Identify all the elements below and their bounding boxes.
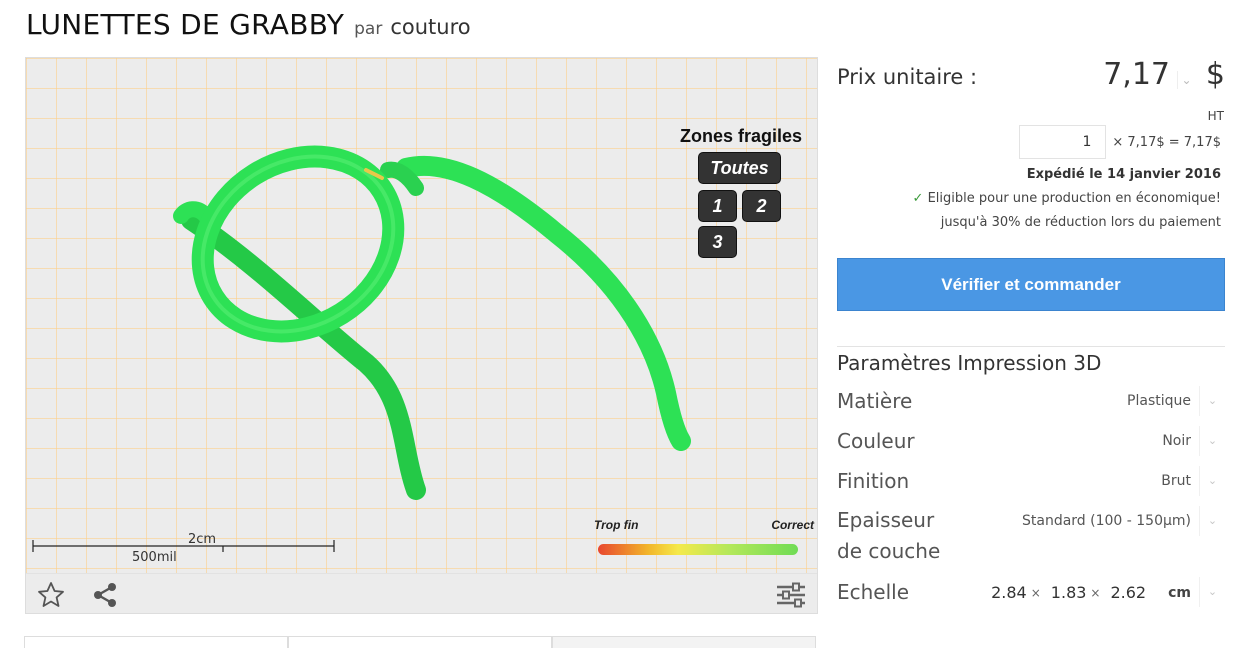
bottom-tabs <box>24 636 816 648</box>
price-formula: × 7,17$ = 7,17$ <box>1112 134 1221 150</box>
param-finish[interactable]: Finition Brut ⌄ <box>837 466 1225 496</box>
currency-symbol[interactable]: $ <box>1206 57 1225 92</box>
chevron-down-icon[interactable]: ⌄ <box>1199 386 1225 416</box>
thickness-low-label: Trop fin <box>594 518 639 532</box>
print-params-title: Paramètres Impression 3D <box>837 351 1102 375</box>
times-sign: × <box>1030 585 1041 600</box>
currency-dropdown-icon[interactable]: ⌄ <box>1177 71 1195 89</box>
scale-ruler <box>32 540 335 552</box>
scale-bar: 2cm 500mil <box>32 532 337 572</box>
layer-value[interactable]: Standard (100 - 150µm) <box>1022 513 1191 529</box>
hinge <box>380 161 424 196</box>
viewer-canvas[interactable]: Zones fragiles Toutes 1 2 3 2cm 500mil T… <box>26 58 817 573</box>
scale-values: 2.84 × 1.83 × 2.62 cm <box>991 583 1191 602</box>
tax-note: HT <box>1207 109 1224 123</box>
product-title: LUNETTES DE GRABBY <box>26 8 345 41</box>
unit-price-label: Prix unitaire : <box>837 65 978 89</box>
material-value[interactable]: Plastique <box>1127 393 1191 409</box>
verify-order-button[interactable]: Vérifier et commander <box>837 258 1225 311</box>
share-icon[interactable] <box>90 580 120 610</box>
quantity-input[interactable] <box>1019 125 1107 159</box>
scale-mil-label: 500mil <box>132 550 177 565</box>
price-row: Prix unitaire : 7,17 ⌄ $ <box>837 57 1225 97</box>
scale-x-input[interactable]: 2.84 <box>991 583 1027 602</box>
title-row: LUNETTES DE GRABBY par couturo <box>26 8 471 48</box>
discount-note: jusqu'à 30% de réduction lors du paiemen… <box>940 215 1221 230</box>
author-link[interactable]: couturo <box>390 15 470 39</box>
times-sign: × <box>1090 585 1101 600</box>
material-label: Matière <box>837 389 913 413</box>
unit-price-value: 7,17 <box>1103 57 1170 92</box>
order-panel: Prix unitaire : 7,17 ⌄ $ HT × 7,17$ = 7,… <box>837 57 1225 607</box>
chevron-down-icon[interactable]: ⌄ <box>1199 426 1225 456</box>
finish-label: Finition <box>837 469 910 493</box>
tab-1[interactable] <box>24 636 288 648</box>
thickness-gradient <box>598 544 798 555</box>
scale-label: Echelle <box>837 580 910 604</box>
scale-y-input[interactable]: 1.83 <box>1051 583 1087 602</box>
eligibility-text: Eligible pour une production en économiq… <box>927 191 1221 206</box>
thickness-high-label: Correct <box>771 518 814 532</box>
quantity-row: × 7,17$ = 7,17$ <box>1019 125 1221 159</box>
scale-z-input[interactable]: 2.62 <box>1110 583 1146 602</box>
layer-label-line1: Epaisseur <box>837 508 935 532</box>
thickness-legend: Trop fin Correct <box>594 518 814 563</box>
param-layer-thickness[interactable]: Epaisseur de couche Standard (100 - 150µ… <box>837 505 1225 567</box>
zone-2-button[interactable]: 2 <box>742 190 781 222</box>
param-material[interactable]: Matière Plastique ⌄ <box>837 386 1225 416</box>
zone-1-button[interactable]: 1 <box>698 190 737 222</box>
star-icon[interactable] <box>36 580 66 610</box>
divider <box>837 346 1225 347</box>
zone-3-button[interactable]: 3 <box>698 226 737 258</box>
color-value[interactable]: Noir <box>1162 433 1191 449</box>
left-hinge-knob <box>173 201 214 224</box>
param-scale[interactable]: Echelle 2.84 × 1.83 × 2.62 cm ⌄ <box>837 577 1225 607</box>
right-temple-arm <box>396 155 691 451</box>
finish-value[interactable]: Brut <box>1161 473 1191 489</box>
zone-all-button[interactable]: Toutes <box>698 152 781 184</box>
chevron-down-icon[interactable]: ⌄ <box>1199 506 1225 536</box>
by-label: par <box>354 19 383 39</box>
chevron-down-icon[interactable]: ⌄ <box>1199 577 1225 607</box>
layer-label-line2: de couche <box>837 539 941 563</box>
chevron-down-icon[interactable]: ⌄ <box>1199 466 1225 496</box>
param-color[interactable]: Couleur Noir ⌄ <box>837 426 1225 456</box>
tab-3[interactable] <box>552 636 816 648</box>
check-icon: ✓ <box>912 191 924 206</box>
sliders-icon[interactable] <box>775 580 805 610</box>
economy-eligibility: ✓ Eligible pour une production en économ… <box>913 191 1221 206</box>
tab-2[interactable] <box>288 636 552 648</box>
scale-unit[interactable]: cm <box>1168 585 1191 601</box>
color-label: Couleur <box>837 429 915 453</box>
shipping-date: Expédié le 14 janvier 2016 <box>1026 167 1221 182</box>
fragile-zones-title: Zones fragiles <box>679 126 803 146</box>
viewer-toolbar <box>26 573 817 613</box>
fragile-zones-panel: Zones fragiles Toutes 1 2 3 <box>671 126 811 258</box>
model-viewer[interactable]: Zones fragiles Toutes 1 2 3 2cm 500mil T… <box>25 57 818 614</box>
